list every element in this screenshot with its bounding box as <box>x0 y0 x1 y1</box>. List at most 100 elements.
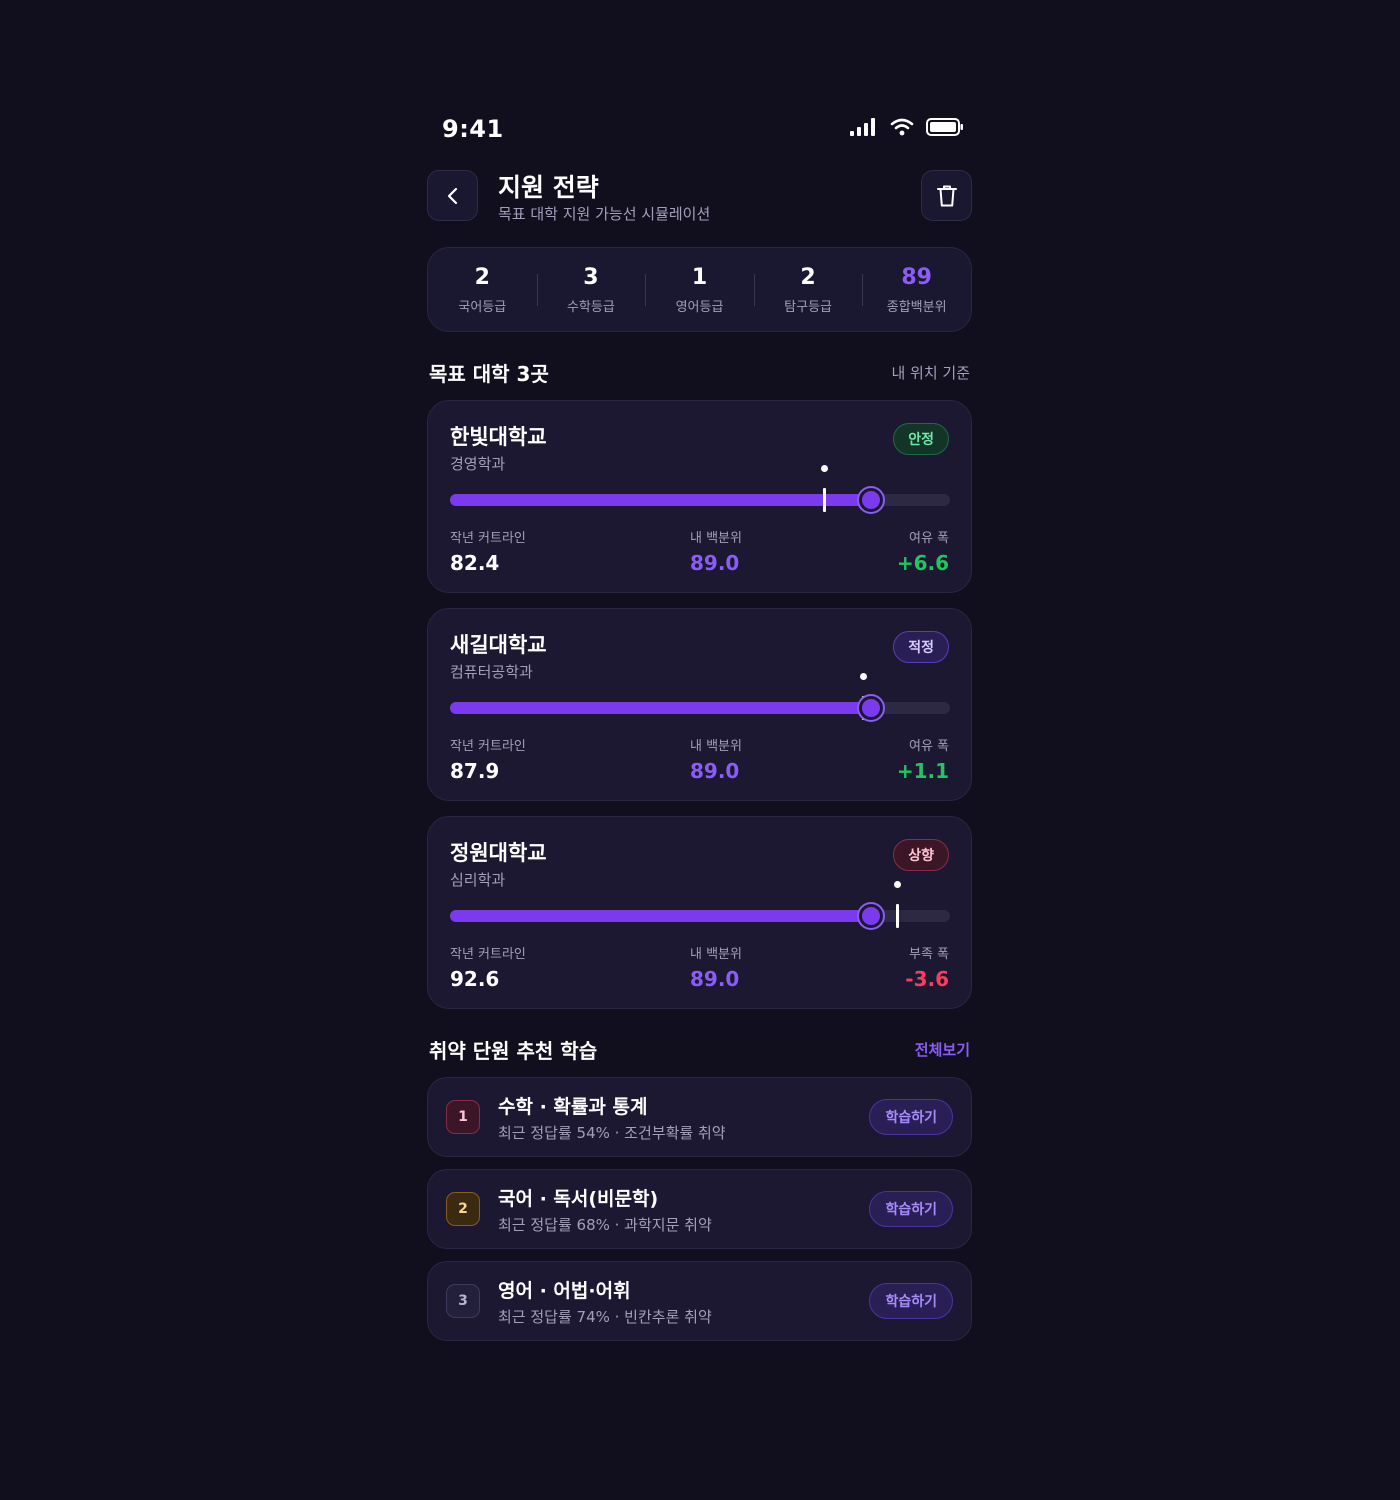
stat-label: 내 백분위 <box>690 531 742 546</box>
stat-label: 부족 폭 <box>908 947 949 962</box>
stat-value: 92.6 <box>450 967 500 991</box>
grade-inquiry: 2 탐구등급 <box>753 248 863 331</box>
cutoff-dot <box>860 673 868 680</box>
status-badge: 상향 <box>893 839 949 871</box>
cutoff-marker <box>895 904 899 928</box>
school-card[interactable]: 한빛대학교 경영학과 안정 작년 커트라인 82.4 내 백분위 89.0 여유… <box>427 400 972 593</box>
rank-badge: 2 <box>446 1192 480 1226</box>
stat-label: 내 백분위 <box>690 739 742 754</box>
status-icons <box>850 118 964 136</box>
stat-value: 89.0 <box>690 759 740 783</box>
wifi-icon <box>890 118 914 136</box>
grade-overall-percentile: 89 종합백분위 <box>862 248 971 331</box>
grade-summary: 2 국어등급 3 수학등급 1 영어등급 2 탐구등급 89 종합백분위 <box>427 247 972 332</box>
school-dept: 컴퓨터공학과 <box>450 663 533 681</box>
status-badge: 적정 <box>893 631 949 663</box>
grade-label: 종합백분위 <box>886 300 947 315</box>
stat-label: 작년 커트라인 <box>450 531 526 546</box>
gap-stat: 여유 폭 +1.1 <box>897 735 949 783</box>
school-card[interactable]: 새길대학교 컴퓨터공학과 적정 작년 커트라인 87.9 내 백분위 89.0 … <box>427 608 972 801</box>
view-all-link[interactable]: 전체보기 <box>915 1039 970 1060</box>
grade-label: 영어등급 <box>675 300 724 315</box>
targets-section-header: 목표 대학 3곳 내 위치 기준 <box>427 358 972 388</box>
grade-english: 1 영어등급 <box>645 248 754 331</box>
stat-label: 작년 커트라인 <box>450 947 526 962</box>
battery-icon <box>926 118 963 136</box>
study-detail: 최근 정답률 74% · 빈칸추론 취약 <box>498 1308 712 1326</box>
my-position-knob <box>859 904 884 928</box>
header: 지원 전략 목표 대학 지원 가능선 시뮬레이션 <box>427 168 972 224</box>
study-title: 수학 · 확률과 통계 <box>498 1096 648 1118</box>
status-time: 9:41 <box>442 115 504 143</box>
cutoff-dot <box>820 465 828 472</box>
stat-label: 여유 폭 <box>908 739 949 754</box>
page-title: 지원 전략 <box>498 173 599 202</box>
grade-value: 2 <box>474 265 490 290</box>
cutoff-stat: 작년 커트라인 92.6 <box>450 943 526 991</box>
study-item[interactable]: 3 영어 · 어법·어휘 최근 정답률 74% · 빈칸추론 취약 학습하기 <box>427 1261 972 1341</box>
grade-label: 탐구등급 <box>784 300 832 315</box>
stat-value: 89.0 <box>690 967 740 991</box>
my-position-knob <box>859 488 884 512</box>
rank-badge: 3 <box>446 1284 480 1318</box>
school-name: 한빛대학교 <box>450 425 547 449</box>
grade-value: 1 <box>691 265 708 290</box>
study-title: 국어 · 독서(비문학) <box>498 1188 659 1210</box>
section-meta: 내 위치 기준 <box>891 364 970 382</box>
stat-value: 82.4 <box>450 551 500 575</box>
start-study-button[interactable]: 학습하기 <box>869 1283 953 1319</box>
grade-value: 2 <box>800 265 816 290</box>
school-name: 정원대학교 <box>450 841 547 865</box>
grade-value: 3 <box>583 265 599 290</box>
study-item[interactable]: 2 국어 · 독서(비문학) 최근 정답률 68% · 과학지문 취약 학습하기 <box>427 1169 972 1249</box>
back-chevron-icon <box>447 187 457 204</box>
position-track <box>450 465 950 512</box>
grade-value: 89 <box>901 265 932 290</box>
percentile-fill <box>450 494 872 506</box>
position-track <box>450 881 950 928</box>
grade-korean: 2 국어등급 <box>428 248 537 331</box>
start-study-button[interactable]: 학습하기 <box>869 1191 953 1227</box>
study-section-header: 취약 단원 추천 학습 전체보기 <box>427 1035 972 1065</box>
school-card[interactable]: 정원대학교 심리학과 상향 작년 커트라인 92.6 내 백분위 89.0 부족… <box>427 816 972 1009</box>
start-study-button[interactable]: 학습하기 <box>869 1099 953 1135</box>
grade-math: 3 수학등급 <box>536 248 646 331</box>
mine-stat: 내 백분위 89.0 <box>690 527 742 575</box>
rank-badge: 1 <box>446 1100 480 1134</box>
study-item[interactable]: 1 수학 · 확률과 통계 최근 정답률 54% · 조건부확률 취약 학습하기 <box>427 1077 972 1157</box>
stat-value: 89.0 <box>690 551 740 575</box>
delete-button[interactable] <box>921 170 972 221</box>
my-position-knob <box>859 696 884 720</box>
signal-icon <box>850 118 875 136</box>
school-dept: 경영학과 <box>450 455 506 473</box>
grade-label: 수학등급 <box>566 300 615 315</box>
cutoff-stat: 작년 커트라인 87.9 <box>450 735 526 783</box>
grade-label: 국어등급 <box>458 300 507 315</box>
stat-value: -3.6 <box>905 967 949 991</box>
stat-label: 작년 커트라인 <box>450 739 526 754</box>
section-title: 목표 대학 3곳 <box>429 362 549 386</box>
status-bar: 9:41 <box>427 110 972 150</box>
study-detail: 최근 정답률 68% · 과학지문 취약 <box>498 1216 712 1234</box>
cutoff-dot <box>893 881 901 888</box>
mine-stat: 내 백분위 89.0 <box>690 943 742 991</box>
stat-value: +1.1 <box>896 759 949 783</box>
cutoff-marker <box>822 488 826 512</box>
stat-label: 내 백분위 <box>690 947 742 962</box>
mine-stat: 내 백분위 89.0 <box>690 735 742 783</box>
school-dept: 심리학과 <box>450 871 506 889</box>
position-track <box>450 673 950 720</box>
trash-icon <box>936 185 957 206</box>
section-title: 취약 단원 추천 학습 <box>429 1039 598 1063</box>
stat-label: 여유 폭 <box>908 531 949 546</box>
stat-value: +6.6 <box>896 551 949 575</box>
study-title: 영어 · 어법·어휘 <box>498 1280 631 1302</box>
back-button[interactable] <box>427 170 478 221</box>
percentile-fill <box>450 910 872 922</box>
percentile-fill <box>450 702 872 714</box>
study-detail: 최근 정답률 54% · 조건부확률 취약 <box>498 1124 726 1142</box>
gap-stat: 부족 폭 -3.6 <box>905 943 949 991</box>
status-badge: 안정 <box>893 423 949 455</box>
stat-value: 87.9 <box>450 759 500 783</box>
gap-stat: 여유 폭 +6.6 <box>897 527 949 575</box>
